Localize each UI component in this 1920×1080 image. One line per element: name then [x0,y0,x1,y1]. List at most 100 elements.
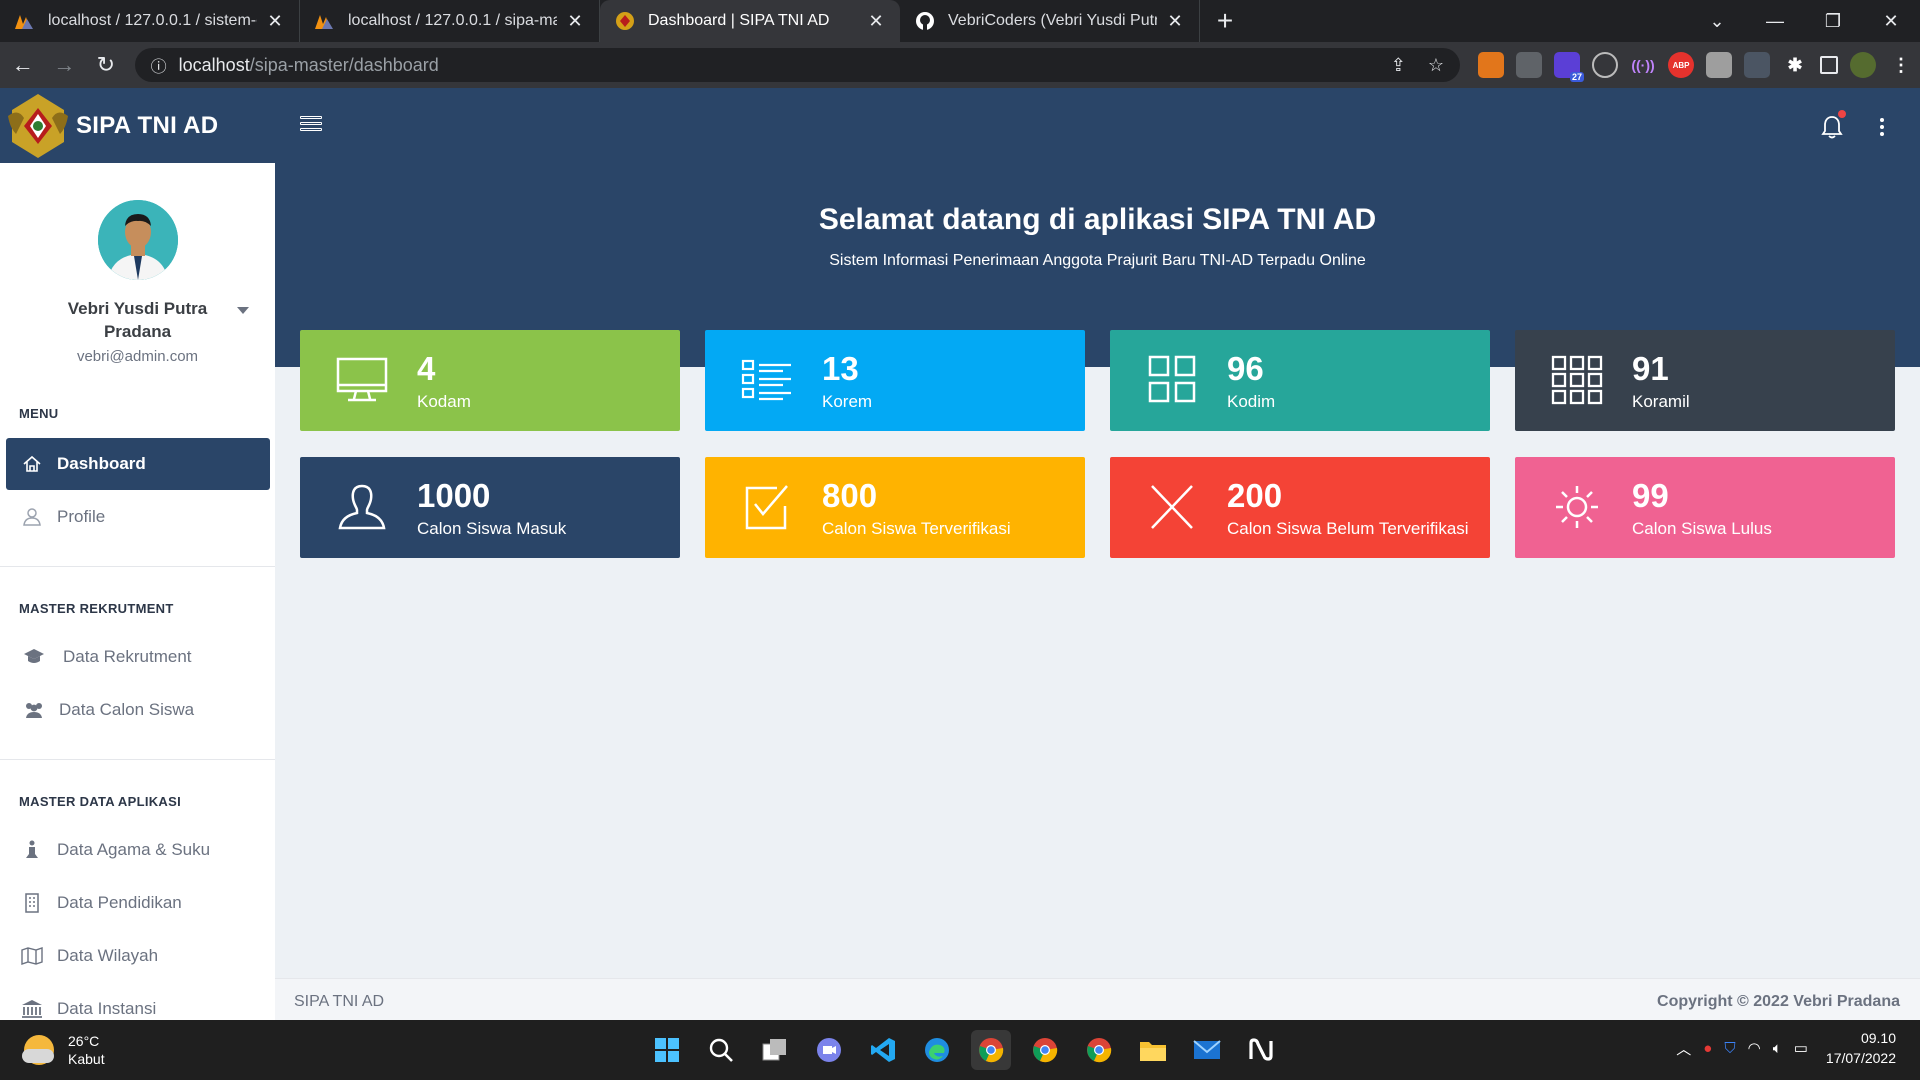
sidebar-item-data-agama-suku[interactable]: Data Agama & Suku [6,824,270,876]
stat-card-calon-siswa-masuk[interactable]: 1000 Calon Siswa Masuk [300,457,680,558]
close-icon[interactable]: ✕ [565,11,585,32]
weather-widget[interactable]: 26°C Kabut [22,1032,105,1068]
close-icon[interactable]: ✕ [265,11,285,32]
teams-chat-icon[interactable] [809,1030,849,1070]
aplikasi-section-title: MASTER DATA APLIKASI [19,794,181,809]
tray-app-icon[interactable]: ● [1703,1040,1712,1057]
browser-tab-1[interactable]: localhost / 127.0.0.1 / sistem-com ✕ [0,0,300,42]
stat-card-calon-siswa-lulus[interactable]: 99 Calon Siswa Lulus [1515,457,1895,558]
bank-icon [21,998,43,1020]
broadcast-icon[interactable]: ((·)) [1630,52,1656,78]
extension-icon[interactable] [1706,52,1733,78]
stat-value: 96 [1227,350,1264,387]
user-icon [21,506,43,528]
sidebar-item-label: Data Pendidikan [57,893,182,912]
user-name[interactable]: Vebri Yusdi Putra Pradana [40,297,235,343]
stat-card-koramil[interactable]: 91 Koramil [1515,330,1895,431]
users-icon [23,699,45,721]
home-icon [21,453,43,475]
stat-value: 13 [822,350,859,387]
back-icon[interactable]: ← [4,45,42,85]
stat-card-calon-siswa-belum-terverifikasi[interactable]: 200 Calon Siswa Belum Terverifikasi [1110,457,1490,558]
stat-value: 99 [1632,477,1669,514]
sidebar-divider [0,566,275,567]
site-info-icon[interactable]: ⓘ [151,53,167,77]
side-panel-icon[interactable] [1820,56,1839,74]
file-explorer-icon[interactable] [1133,1030,1173,1070]
minimize-icon[interactable]: — [1746,0,1804,42]
browser-tab-active[interactable]: Dashboard | SIPA TNI AD ✕ [600,0,900,42]
bookmark-star-icon[interactable]: ☆ [1428,55,1444,76]
windows-start-icon[interactable] [647,1030,687,1070]
chevron-up-icon[interactable]: ︿ [1676,1038,1691,1059]
mail-icon[interactable] [1187,1030,1227,1070]
page-footer: SIPA TNI AD Copyright © 2022 Vebri Prada… [275,978,1920,1020]
url-path: /sipa-master/dashboard [249,54,439,75]
browser-tab-4[interactable]: VebriCoders (Vebri Yusdi Putra Pr ✕ [900,0,1200,42]
sidebar-item-data-calon-siswa[interactable]: Data Calon Siswa [6,684,270,736]
puzzle-icon[interactable]: ✱ [1782,52,1808,78]
chrome-menu-icon[interactable]: ⋮ [1888,52,1914,78]
sidebar-item-data-wilayah[interactable]: Data Wilayah [6,930,270,982]
user-outline-icon [338,484,386,530]
edge-icon[interactable] [917,1030,957,1070]
volume-icon[interactable]: 🔈︎ [1773,1040,1782,1057]
security-shield-icon[interactable]: ⛉ [1724,1040,1735,1057]
stat-label: Calon Siswa Terverifikasi [822,519,1011,538]
user-dropdown-caret-icon[interactable] [237,307,249,314]
close-window-icon[interactable]: ✕ [1862,0,1920,42]
sidebar-item-profile[interactable]: Profile [6,491,270,543]
battery-icon[interactable]: ▭ [1794,1039,1808,1057]
extension-icon[interactable] [1744,52,1771,78]
github-icon [914,10,936,32]
stat-card-kodam[interactable]: 4 Kodam [300,330,680,431]
sidebar-toggle-icon[interactable] [300,116,322,134]
brand[interactable]: SIPA TNI AD [0,88,275,163]
notion-icon[interactable] [1241,1030,1281,1070]
page-subtitle: Sistem Informasi Penerimaan Anggota Praj… [829,252,1366,269]
metamask-icon[interactable] [1478,52,1505,78]
stat-label: Korem [822,392,873,411]
profile-avatar-icon[interactable] [1850,52,1877,78]
forward-icon[interactable]: → [46,45,84,85]
avatar[interactable] [98,200,178,280]
stat-card-kodim[interactable]: 96 Kodim [1110,330,1490,431]
task-view-icon[interactable] [755,1030,795,1070]
weather-fog-icon [22,1035,54,1065]
tab-search-icon[interactable]: ⌄ [1688,0,1746,42]
apps-grid-icon [1551,355,1603,405]
lightbulb-icon[interactable] [1592,52,1619,78]
chrome-icon[interactable] [971,1030,1011,1070]
close-icon[interactable]: ✕ [866,11,886,32]
sidebar-item-data-instansi[interactable]: Data Instansi [6,983,270,1020]
more-options-icon[interactable] [1880,118,1886,138]
window-controls: ⌄ — ❐ ✕ [1688,0,1920,42]
extension-icon[interactable] [1516,52,1543,78]
share-icon[interactable]: ⇪ [1391,55,1406,76]
new-tab-button[interactable]: + [1200,0,1250,42]
address-bar[interactable]: ⓘ localhost/sipa-master/dashboard ⇪ ☆ [134,48,1461,82]
extension-badge-icon[interactable]: 27 [1554,52,1585,82]
close-icon[interactable]: ✕ [1165,11,1185,32]
sidebar-item-data-rekrutment[interactable]: Data Rekrutment [6,631,270,683]
stat-value: 800 [822,477,878,514]
adblock-icon[interactable]: ABP [1668,52,1695,78]
vscode-icon[interactable] [863,1030,903,1070]
footer-copyright: Copyright © 2022 Vebri Pradana [1657,993,1900,1010]
chrome-profile-icon[interactable] [1079,1030,1119,1070]
chrome-profile-icon[interactable] [1025,1030,1065,1070]
sidebar-item-label: Data Calon Siswa [59,700,195,719]
user-email: vebri@admin.com [76,348,199,365]
sidebar-item-data-pendidikan[interactable]: Data Pendidikan [6,877,270,929]
search-icon[interactable] [701,1030,741,1070]
browser-tab-2[interactable]: localhost / 127.0.0.1 / sipa-maste ✕ [300,0,600,42]
stat-card-calon-siswa-terverifikasi[interactable]: 800 Calon Siswa Terverifikasi [705,457,1085,558]
rekrutment-section-title: MASTER REKRUTMENT [19,601,174,616]
system-clock[interactable]: 09.10 17/07/2022 [1826,1028,1896,1068]
sidebar-item-dashboard[interactable]: Dashboard [6,438,270,490]
wifi-icon[interactable]: ◠ [1748,1039,1761,1057]
restore-icon[interactable]: ❐ [1804,0,1862,42]
reload-icon[interactable]: ↻ [87,45,125,85]
sidebar-divider [0,759,275,760]
stat-card-korem[interactable]: 13 Korem [705,330,1085,431]
